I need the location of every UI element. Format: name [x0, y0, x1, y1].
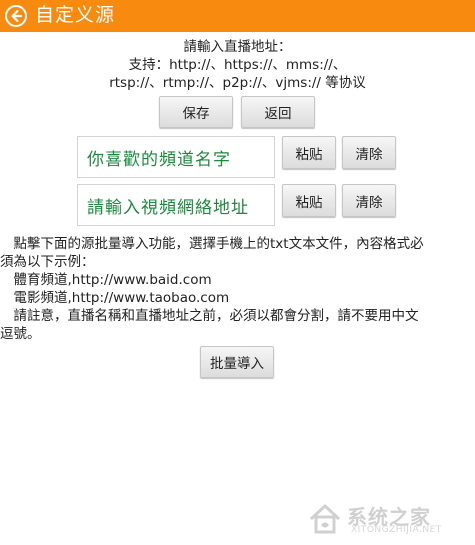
instructions-line-5: 請註意，直播名稱和直播地址之前，必須以都會分割，請不要用中文 [0, 308, 419, 324]
return-button[interactable]: 返回 [241, 96, 315, 128]
clear-url-button[interactable]: 清除 [342, 184, 396, 217]
example-line-1: 體育頻道,http://www.baid.com [0, 272, 212, 288]
paste-name-button[interactable]: 粘贴 [282, 136, 336, 169]
watermark: 系统之家 XITONGZHIJIA.NET [307, 499, 467, 539]
paste-url-button[interactable]: 粘贴 [282, 184, 336, 217]
info-line-1: 請輸入直播地址： [183, 39, 292, 55]
batch-import-button[interactable]: 批量導入 [200, 346, 274, 378]
instructions-line-6: 逗號。 [0, 326, 41, 342]
title-bar: 自定义源 [0, 0, 475, 32]
instructions-line-1: 點擊下面的源批量導入功能，選擇手機上的txt文本文件，內容格式必 [0, 236, 424, 252]
channel-url-input[interactable]: 請輸入視頻網絡地址 [77, 184, 275, 226]
watermark-logo-icon [309, 504, 341, 534]
info-line-3: rtsp://、rtmp://、p2p://、vjms:// 等协议 [109, 75, 366, 91]
info-line-2: 支持：http://、https://、mms://、 [128, 57, 347, 73]
back-arrow-icon[interactable] [4, 4, 28, 28]
watermark-subtext: XITONGZHIJIA.NET [351, 525, 442, 535]
example-line-2: 電影頻道,http://www.taobao.com [0, 290, 230, 306]
page-title: 自定义源 [35, 4, 116, 26]
clear-name-button[interactable]: 清除 [342, 136, 396, 169]
instructions-line-2: 須為以下示例： [0, 254, 95, 270]
channel-name-input[interactable]: 你喜歡的頻道名字 [77, 136, 275, 178]
save-button[interactable]: 保存 [159, 96, 233, 128]
